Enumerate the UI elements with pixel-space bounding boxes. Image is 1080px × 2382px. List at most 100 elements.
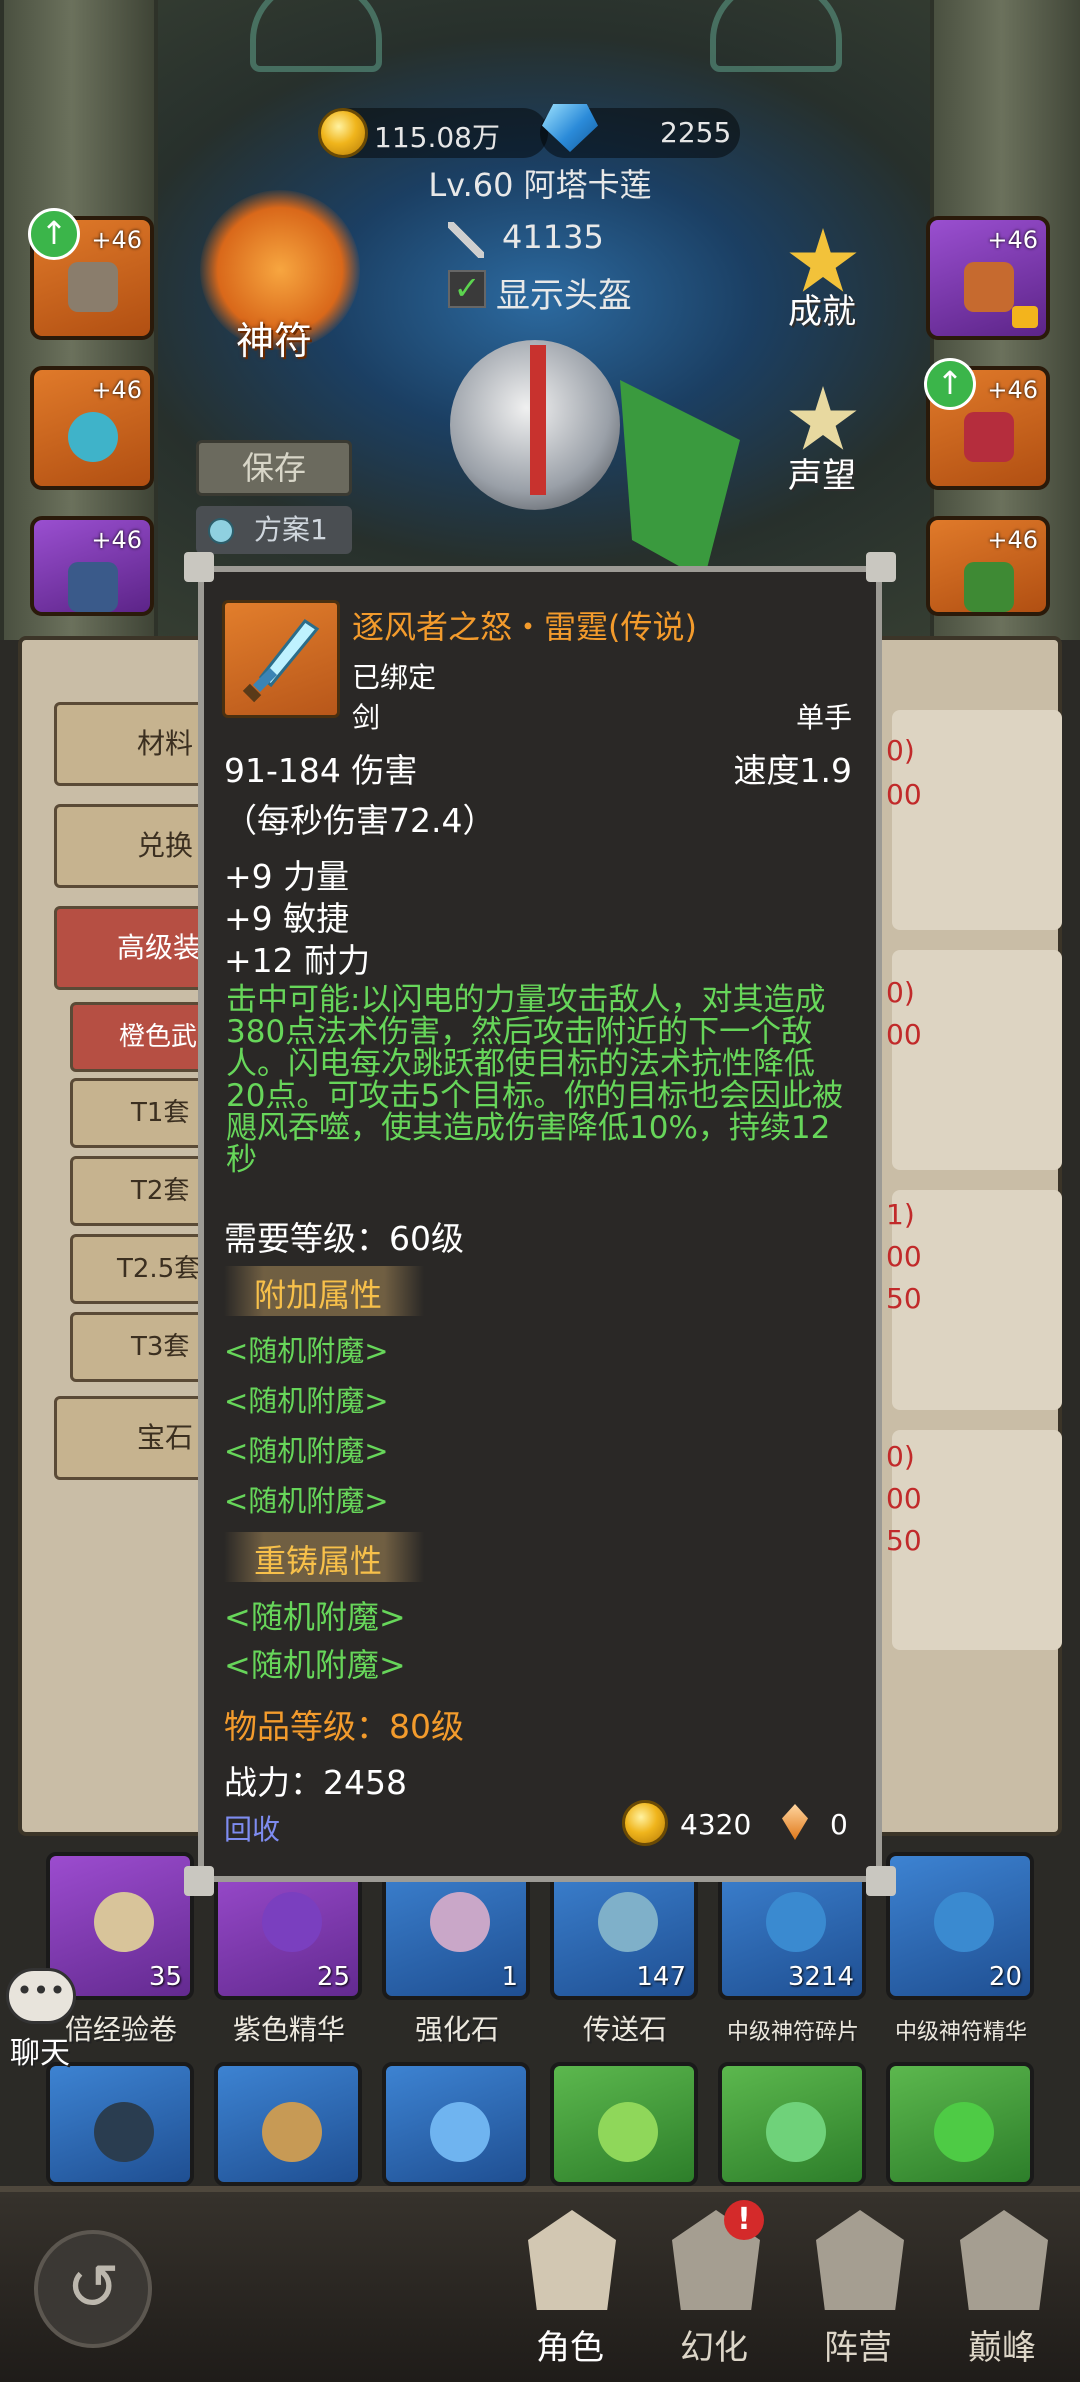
extra-attr: <随机附魔> <box>224 1434 389 1468</box>
sell-crystal: 0 <box>830 1808 848 1841</box>
nav-faction[interactable]: 阵营 <box>788 2192 928 2372</box>
notification-badge: ! <box>724 2200 764 2240</box>
nav-label: 角色 <box>536 2328 604 2368</box>
bound-status: 已绑定 <box>352 661 437 694</box>
scroll-icon <box>94 1892 154 1952</box>
subtab-t3[interactable]: T3套 <box>70 1312 210 1382</box>
rune-label: 神符 <box>236 319 313 363</box>
upgrade-arrow-icon: ↑ <box>28 208 80 260</box>
item-count: 3214 <box>787 1962 854 1992</box>
card-value: 00 <box>886 1018 922 1051</box>
chat-bubble-icon: ••• <box>6 1968 76 2024</box>
plan-selector[interactable]: 方案1 <box>196 506 352 554</box>
corner-decoration <box>184 552 214 582</box>
plan-icon <box>208 518 234 544</box>
rune-essence-icon <box>934 1892 994 1952</box>
bag-item[interactable] <box>886 2062 1034 2186</box>
item-card[interactable] <box>892 710 1062 930</box>
extra-attrs-header: 附加属性 <box>224 1266 424 1316</box>
card-value: 0) <box>886 734 915 767</box>
show-helmet-checkbox[interactable]: ✓ <box>448 270 486 308</box>
reforge-attrs-header: 重铸属性 <box>224 1532 424 1582</box>
arch-decoration <box>250 0 382 72</box>
slot-level: +46 <box>987 526 1038 554</box>
bag-item[interactable] <box>718 2062 866 2186</box>
helmet-icon <box>68 262 118 312</box>
bag-item[interactable]: 20 <box>886 1852 1034 2000</box>
equip-slot-shoulder[interactable]: +46 <box>30 516 154 616</box>
faction-icon <box>816 2210 904 2310</box>
nav-character[interactable]: 角色 <box>500 2192 640 2372</box>
slot-level: +46 <box>91 526 142 554</box>
item-count: 147 <box>636 1962 686 1992</box>
subtab-orange-weapon[interactable]: 橙色武 <box>70 1002 210 1072</box>
green-crystal-icon <box>934 2102 994 2162</box>
extra-attr: <随机附魔> <box>224 1384 389 1418</box>
item-icon <box>222 600 340 718</box>
green-rune-icon <box>766 2102 826 2162</box>
proc-description: 击中可能:以闪电的力量攻击敌人，对其造成380点法术伤害，然后攻击附近的下一个敌… <box>226 982 844 1178</box>
item-count: 1 <box>501 1962 518 1992</box>
purple-essence-icon <box>262 1892 322 1952</box>
subtab-t2-5[interactable]: T2.5套 <box>70 1234 210 1304</box>
card-value: 00 <box>886 778 922 811</box>
subtab-t1[interactable]: T1套 <box>70 1078 210 1148</box>
arch-decoration <box>710 0 842 72</box>
weapon-hand: 单手 <box>795 701 852 734</box>
equip-slot-ring[interactable]: +46 <box>926 216 1050 340</box>
bag-item-label: 紫色精华 <box>232 2013 345 2046</box>
item-level: 物品等级：80级 <box>224 1707 464 1746</box>
extra-attr: <随机附魔> <box>224 1484 389 1518</box>
card-value: 00 <box>886 1240 922 1273</box>
extra-attrs-title: 附加属性 <box>254 1276 383 1314</box>
character-scene <box>0 0 1080 640</box>
card-value: 00 <box>886 1482 922 1515</box>
character-power: 41135 <box>502 218 604 256</box>
bag-item[interactable] <box>382 2062 530 2186</box>
slot-level: +46 <box>91 226 142 254</box>
hero-helmet-stripe <box>530 345 546 495</box>
reforge-attr: <随机附魔> <box>224 1646 406 1684</box>
reforge-attr: <随机附魔> <box>224 1598 406 1636</box>
equip-slot-neck[interactable]: +46 <box>30 366 154 490</box>
bag-item-label: 强化石 <box>414 2013 499 2046</box>
bag-item-label: 中级神符精华 <box>894 2020 1027 2045</box>
sell-gold: 4320 <box>680 1808 752 1841</box>
nav-label: 幻化 <box>680 2328 748 2368</box>
recycle-link[interactable]: 回收 <box>224 1808 280 1848</box>
bag-item[interactable] <box>46 2062 194 2186</box>
slot-level: +46 <box>91 376 142 404</box>
power-icon <box>448 222 484 258</box>
gold-amount: 115.08万 <box>374 121 500 154</box>
equip-slot-boots[interactable]: +46 <box>926 516 1050 616</box>
bag-item[interactable] <box>214 2062 362 2186</box>
weapon-dps: （每秒伤害72.4） <box>224 801 496 840</box>
nav-peak[interactable]: 巅峰 <box>932 2192 1072 2372</box>
nav-transmog[interactable]: ! 幻化 <box>644 2192 784 2372</box>
stat-line: +9 敏捷 <box>224 899 350 938</box>
show-helmet-label: 显示头盔 <box>496 276 632 316</box>
save-button[interactable]: 保存 <box>196 440 352 496</box>
corner-decoration <box>866 1866 896 1896</box>
achievements-button[interactable]: 成就 <box>788 284 856 333</box>
bag-item[interactable] <box>550 2062 698 2186</box>
nav-label: 阵营 <box>824 2328 892 2368</box>
corner-decoration <box>866 552 896 582</box>
chat-button[interactable]: ••• 聊天 <box>6 1968 76 2071</box>
back-button[interactable]: ↺ <box>34 2230 152 2348</box>
necklace-icon <box>68 412 118 462</box>
subtab-t2[interactable]: T2套 <box>70 1156 210 1226</box>
helmet-icon <box>528 2210 616 2310</box>
peak-icon <box>960 2210 1048 2310</box>
stat-line: +9 力量 <box>224 857 350 896</box>
chat-label: 聊天 <box>10 2036 70 2071</box>
item-card[interactable] <box>892 950 1062 1170</box>
stat-line: +12 耐力 <box>224 941 371 980</box>
crystal-icon <box>782 1804 808 1840</box>
gold-coin-icon <box>622 1800 668 1846</box>
nav-label: 巅峰 <box>968 2328 1036 2368</box>
reputation-button[interactable]: 声望 <box>788 448 856 497</box>
item-count: 35 <box>148 1962 182 1992</box>
gem-amount: 2255 <box>660 116 732 149</box>
card-value: 1) <box>886 1198 915 1231</box>
